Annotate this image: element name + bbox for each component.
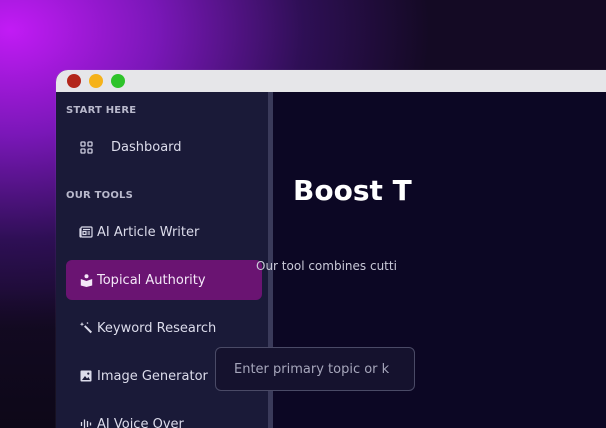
magic-wand-icon xyxy=(76,321,96,335)
section-label-our-tools: OUR TOOLS xyxy=(66,190,134,201)
page-subtitle: Our tool combines cutti xyxy=(256,259,397,273)
minimize-window-button[interactable] xyxy=(89,74,103,88)
page-title: Boost T xyxy=(293,174,412,207)
sidebar-item-keyword-research[interactable]: Keyword Research xyxy=(66,308,262,348)
sidebar-item-ai-article-writer[interactable]: AI Article Writer xyxy=(66,212,262,252)
sidebar-item-label: Image Generator xyxy=(97,368,208,384)
book-reader-icon xyxy=(76,273,96,287)
sidebar-item-label: Keyword Research xyxy=(97,320,217,336)
title-bar xyxy=(56,70,606,92)
sidebar-item-dashboard[interactable]: Dashboard xyxy=(66,127,262,167)
section-label-start-here: START HERE xyxy=(66,105,137,116)
sidebar-item-label: Dashboard xyxy=(111,139,182,155)
sidebar-item-label: Topical Authority xyxy=(97,272,206,288)
newspaper-icon xyxy=(76,226,96,238)
app-window: START HERE Dashboard OUR TOOLS AI Articl… xyxy=(56,70,606,428)
topic-input[interactable] xyxy=(215,347,415,391)
waveform-icon xyxy=(76,418,96,428)
sidebar-item-label: AI Article Writer xyxy=(97,224,200,240)
sidebar-item-ai-voice-over[interactable]: AI Voice Over xyxy=(66,404,262,428)
sidebar-item-label: AI Voice Over xyxy=(97,416,184,428)
image-icon xyxy=(76,370,96,382)
maximize-window-button[interactable] xyxy=(111,74,125,88)
close-window-button[interactable] xyxy=(67,74,81,88)
grid-icon xyxy=(76,140,96,154)
sidebar-item-topical-authority[interactable]: Topical Authority xyxy=(66,260,262,300)
